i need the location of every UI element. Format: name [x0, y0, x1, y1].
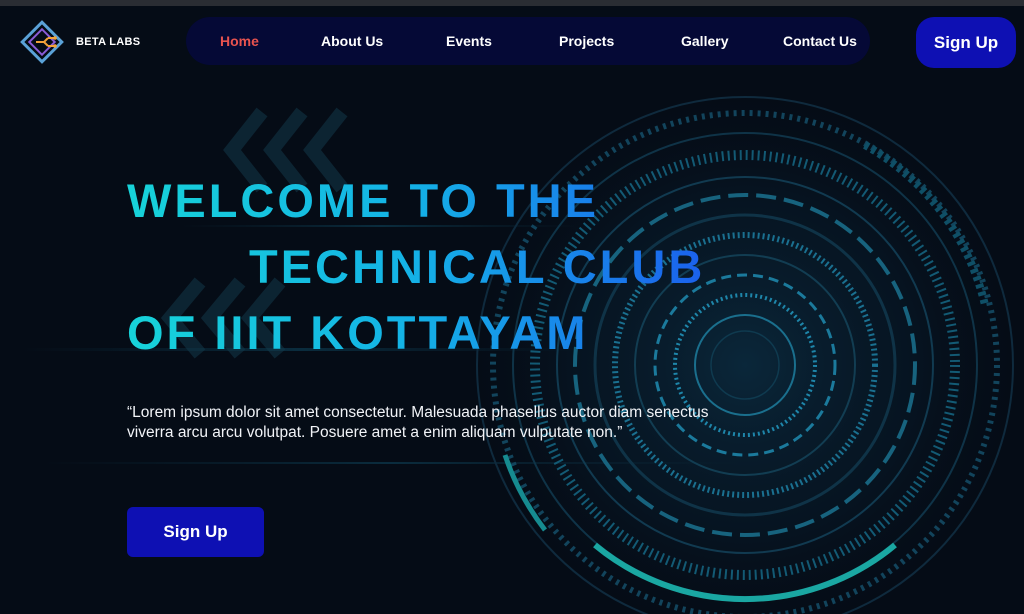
- hero-sign-up-button[interactable]: Sign Up: [127, 507, 264, 557]
- main-navigation: Home About Us Events Projects Gallery Co…: [186, 17, 870, 65]
- nav-events-link[interactable]: Events: [446, 17, 492, 65]
- brand-logo[interactable]: BETA LABS: [18, 18, 140, 66]
- nav-contact-us-link[interactable]: Contact Us: [783, 17, 857, 65]
- hero-title-line-3: OF IIIT KOTTAYAM: [127, 306, 589, 359]
- header-sign-up-button[interactable]: Sign Up: [916, 17, 1016, 68]
- nav-home-link[interactable]: Home: [220, 17, 259, 65]
- nav-about-us-link[interactable]: About Us: [321, 17, 383, 65]
- hero-description: “Lorem ipsum dolor sit amet consectetur.…: [127, 404, 709, 441]
- nav-gallery-link[interactable]: Gallery: [681, 17, 728, 65]
- brand-name: BETA LABS: [76, 36, 141, 48]
- nav-projects-link[interactable]: Projects: [559, 17, 614, 65]
- hero-title: WELCOME TO THE TECHNICAL CLUB OF IIIT KO…: [127, 168, 747, 366]
- diamond-circuit-logo-icon: [20, 20, 64, 64]
- hero-title-line-2: TECHNICAL CLUB: [249, 240, 706, 293]
- hero-title-line-1: WELCOME TO THE: [127, 174, 599, 227]
